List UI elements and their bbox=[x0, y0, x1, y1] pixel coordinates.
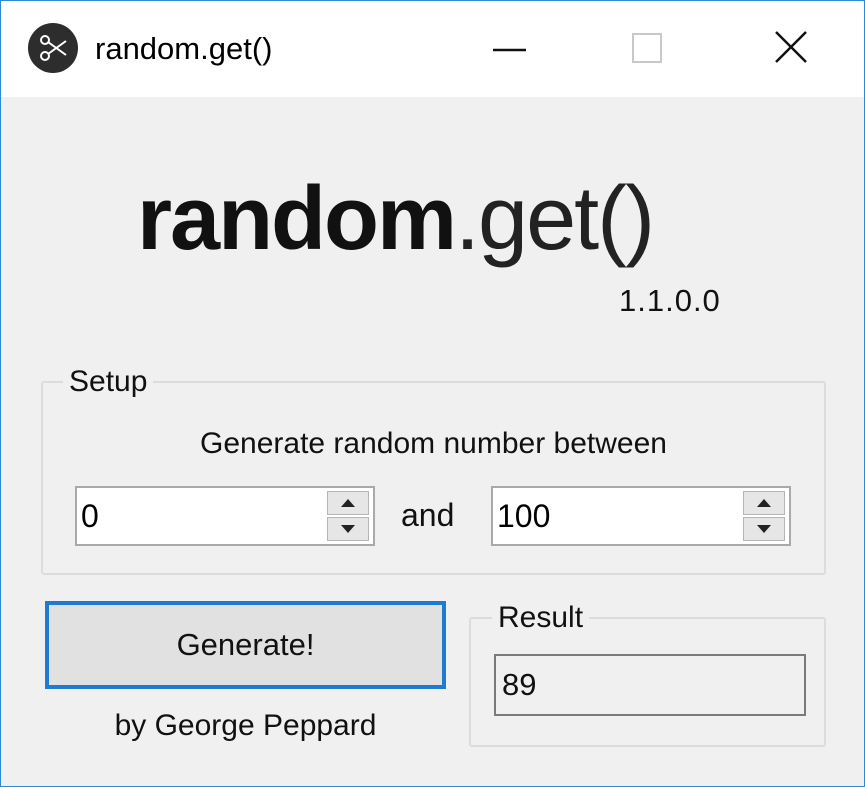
setup-legend: Setup bbox=[63, 365, 154, 399]
version-label: 1.1.0.0 bbox=[619, 283, 721, 318]
min-increment-button[interactable] bbox=[327, 491, 369, 515]
min-spin-buttons bbox=[327, 491, 369, 541]
window-title: random.get() bbox=[95, 31, 273, 66]
max-increment-button[interactable] bbox=[743, 491, 785, 515]
maximize-button[interactable] bbox=[581, 1, 721, 97]
triangle-up-icon bbox=[341, 499, 355, 507]
result-field[interactable] bbox=[494, 654, 806, 716]
min-value-input[interactable] bbox=[81, 488, 317, 544]
max-decrement-button[interactable] bbox=[743, 517, 785, 541]
maximize-icon bbox=[632, 33, 662, 63]
scissors-icon bbox=[28, 23, 78, 73]
logo-light-text: .get() bbox=[455, 169, 655, 269]
max-spin-buttons bbox=[743, 491, 785, 541]
min-value-spinbox[interactable] bbox=[75, 486, 375, 546]
setup-description: Generate random number between bbox=[200, 427, 667, 460]
triangle-down-icon bbox=[341, 525, 355, 533]
max-value-input[interactable] bbox=[497, 488, 733, 544]
triangle-up-icon bbox=[757, 499, 771, 507]
close-icon bbox=[775, 31, 807, 63]
app-logo: random.get() bbox=[137, 169, 655, 269]
logo-bold-text: random bbox=[137, 169, 457, 269]
generate-button[interactable]: Generate! bbox=[45, 601, 446, 689]
result-value-input[interactable] bbox=[502, 656, 792, 714]
min-decrement-button[interactable] bbox=[327, 517, 369, 541]
and-label: and bbox=[401, 497, 455, 533]
max-value-spinbox[interactable] bbox=[491, 486, 791, 546]
close-button[interactable] bbox=[721, 1, 861, 97]
result-legend: Result bbox=[492, 601, 590, 635]
app-window: random.get() random.get() 1.1.0.0 Setup … bbox=[0, 0, 865, 787]
minimize-button[interactable] bbox=[441, 1, 581, 97]
minimize-icon bbox=[493, 48, 526, 52]
title-bar[interactable]: random.get() bbox=[1, 1, 864, 97]
author-label: by George Peppard bbox=[114, 709, 377, 742]
triangle-down-icon bbox=[757, 525, 771, 533]
